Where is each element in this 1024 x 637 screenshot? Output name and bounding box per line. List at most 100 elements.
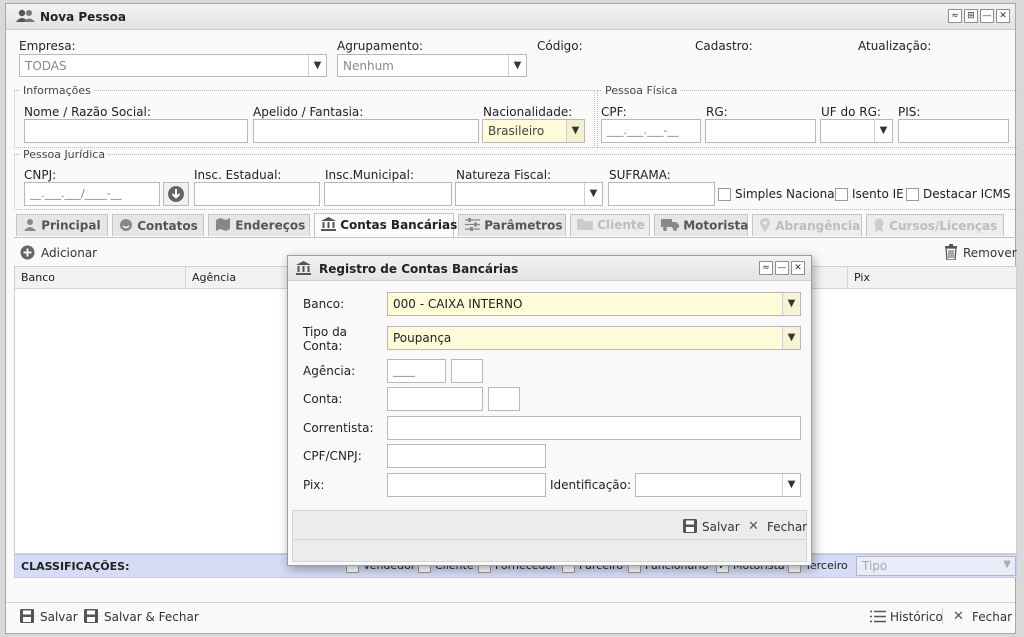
column-agencia[interactable]: Agência	[192, 271, 236, 284]
empresa-select[interactable]: TODAS ▼	[19, 54, 327, 77]
agencia-input[interactable]: ____	[387, 359, 446, 383]
close-icon[interactable]: ✕	[748, 519, 759, 534]
truck-icon	[661, 218, 679, 234]
chevron-down-icon: ▼	[1003, 559, 1011, 570]
column-pix[interactable]: Pix	[854, 271, 870, 284]
cnpj-input[interactable]: __.___.___/____-__	[24, 182, 160, 206]
dialog-close-button[interactable]: Fechar	[767, 520, 807, 534]
chevron-down-icon: ▼	[566, 120, 584, 142]
conta-digit-input[interactable]	[488, 387, 520, 411]
agrupamento-label: Agrupamento:	[337, 39, 424, 53]
tab-cliente[interactable]: Cliente	[570, 214, 650, 236]
sliders-icon	[465, 218, 480, 234]
chevron-down-icon: ▼	[782, 327, 800, 349]
pis-input[interactable]	[898, 119, 1009, 143]
nome-input[interactable]	[24, 119, 248, 143]
tipo-conta-select[interactable]: Poupança ▼	[387, 326, 801, 350]
uf-rg-select[interactable]: ▼	[820, 119, 893, 143]
simples-checkbox[interactable]	[718, 188, 731, 201]
apelido-input[interactable]	[253, 119, 479, 143]
save-close-button[interactable]: Salvar & Fechar	[104, 610, 199, 624]
empresa-value: TODAS	[25, 59, 67, 73]
collapse-icon[interactable]: ≈	[948, 9, 962, 23]
tab-cursos-licencas[interactable]: Cursos/Licenças	[866, 214, 1004, 236]
trash-icon[interactable]	[944, 244, 958, 263]
tab-enderecos[interactable]: Endereços	[208, 214, 310, 236]
cpf-input[interactable]: ___.___.___-__	[601, 119, 701, 143]
correntista-label: Correntista:	[303, 421, 374, 435]
chevron-down-icon: ▼	[508, 55, 526, 76]
conta-input[interactable]	[387, 387, 483, 411]
cpf-placeholder: ___.___.___-__	[607, 124, 679, 137]
agencia-digit-input[interactable]	[451, 359, 483, 383]
close-icon[interactable]: ✕	[791, 261, 805, 275]
tab-contatos[interactable]: Contatos	[112, 214, 204, 236]
tab-abrangencia[interactable]: Abrangência	[752, 214, 862, 236]
cloud-download-icon[interactable]	[163, 182, 189, 206]
isento-checkbox[interactable]	[835, 188, 848, 201]
cpf-cnpj-input[interactable]	[387, 444, 546, 468]
add-button[interactable]: Adicionar	[41, 246, 97, 260]
chevron-down-icon: ▼	[782, 474, 800, 496]
users-icon	[16, 9, 36, 26]
tab-label: Motorista	[683, 218, 749, 233]
close-icon[interactable]: ✕	[953, 609, 964, 624]
tab-contas-bancarias[interactable]: Contas Bancárias	[314, 213, 458, 237]
close-button[interactable]: Fechar	[972, 610, 1012, 624]
pessoa-fisica-legend: Pessoa Física	[602, 84, 681, 97]
footer-separator	[942, 608, 943, 624]
codigo-label: Código:	[537, 39, 583, 53]
agrupamento-value: Nenhum	[343, 59, 394, 73]
destacar-checkbox[interactable]	[906, 188, 919, 201]
tab-label: Contas Bancárias	[340, 218, 458, 232]
floppy-icon[interactable]	[683, 519, 697, 536]
insc-estadual-label: Insc. Estadual:	[194, 168, 282, 182]
tipo-select[interactable]: Tipo ▼	[856, 556, 1016, 576]
collapse-icon[interactable]: ≈	[759, 261, 773, 275]
binoculars-icon[interactable]: ⊞	[964, 9, 978, 23]
floppy-icon[interactable]	[84, 609, 98, 626]
list-icon[interactable]	[870, 610, 886, 626]
correntista-input[interactable]	[387, 416, 801, 440]
rg-label: RG:	[706, 105, 728, 119]
smile-icon	[119, 218, 133, 235]
cnpj-placeholder: __.___.___/____-__	[30, 187, 122, 200]
tab-principal[interactable]: Principal	[16, 214, 108, 236]
tab-parametros[interactable]: Parâmetros	[458, 214, 566, 236]
agrupamento-select[interactable]: Nenhum ▼	[337, 54, 527, 77]
dialog-save-button[interactable]: Salvar	[702, 520, 740, 534]
map-icon	[215, 218, 231, 234]
window-titlebar[interactable]: Nova Pessoa ≈ ⊞ — ✕	[6, 4, 1015, 30]
floppy-icon[interactable]	[20, 609, 34, 626]
close-icon[interactable]: ✕	[996, 9, 1010, 23]
minimize-icon[interactable]: —	[980, 9, 994, 23]
nacionalidade-select[interactable]: Brasileiro ▼	[482, 119, 585, 143]
banco-label: Banco:	[303, 297, 345, 311]
insc-estadual-input[interactable]	[194, 182, 320, 206]
history-button[interactable]: Histórico	[890, 610, 943, 624]
award-icon	[873, 218, 885, 235]
agencia-placeholder: ____	[393, 364, 415, 377]
column-banco[interactable]: Banco	[21, 271, 55, 284]
remove-button[interactable]: Remover	[963, 246, 1017, 260]
tab-label: Principal	[41, 218, 101, 233]
dialog-footer: Salvar ✕ Fechar	[292, 510, 807, 562]
isento-label: Isento IE	[852, 187, 904, 201]
minimize-icon[interactable]: —	[775, 261, 789, 275]
nacionalidade-value: Brasileiro	[488, 124, 545, 138]
add-circle-icon[interactable]	[20, 245, 35, 263]
suframa-input[interactable]	[608, 182, 715, 206]
bank-icon	[321, 217, 336, 234]
pix-input[interactable]	[387, 473, 546, 497]
pix-label: Pix:	[303, 478, 325, 492]
dialog-titlebar[interactable]: Registro de Contas Bancárias ≈ — ✕	[288, 256, 811, 281]
rg-input[interactable]	[705, 119, 816, 143]
identificacao-select[interactable]: ▼	[635, 473, 801, 497]
insc-municipal-input[interactable]	[324, 182, 452, 206]
folder-icon	[577, 218, 593, 233]
banco-select[interactable]: 000 - CAIXA INTERNO ▼	[387, 292, 801, 316]
save-button[interactable]: Salvar	[40, 610, 78, 624]
natureza-select[interactable]: ▼	[455, 182, 603, 206]
tab-motorista[interactable]: Motorista	[654, 214, 748, 236]
cadastro-label: Cadastro:	[695, 39, 753, 53]
